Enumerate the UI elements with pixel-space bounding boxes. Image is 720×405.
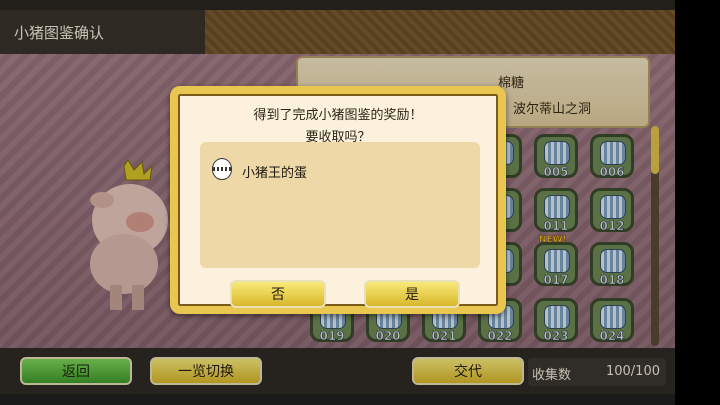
no-button[interactable]: 否 <box>230 280 326 308</box>
dialog-message: 得到了完成小猪图鉴的奖励！ <box>253 108 423 123</box>
yes-button[interactable]: 是 <box>364 280 460 308</box>
reward-item-label: 小猪王的蛋 <box>242 166 308 181</box>
right-black-bar <box>675 0 720 405</box>
game-screen: 小猪图鉴确认 棉糖 波尔蒂山之洞 005 006 011 012 NEW! 017… <box>0 0 675 405</box>
reward-list: 小猪王的蛋 <box>200 142 480 268</box>
egg-icon <box>212 158 232 180</box>
reward-dialog: 得到了完成小猪图鉴的奖励！ 要收取吗？ 小猪王的蛋 否 是 <box>170 86 506 314</box>
